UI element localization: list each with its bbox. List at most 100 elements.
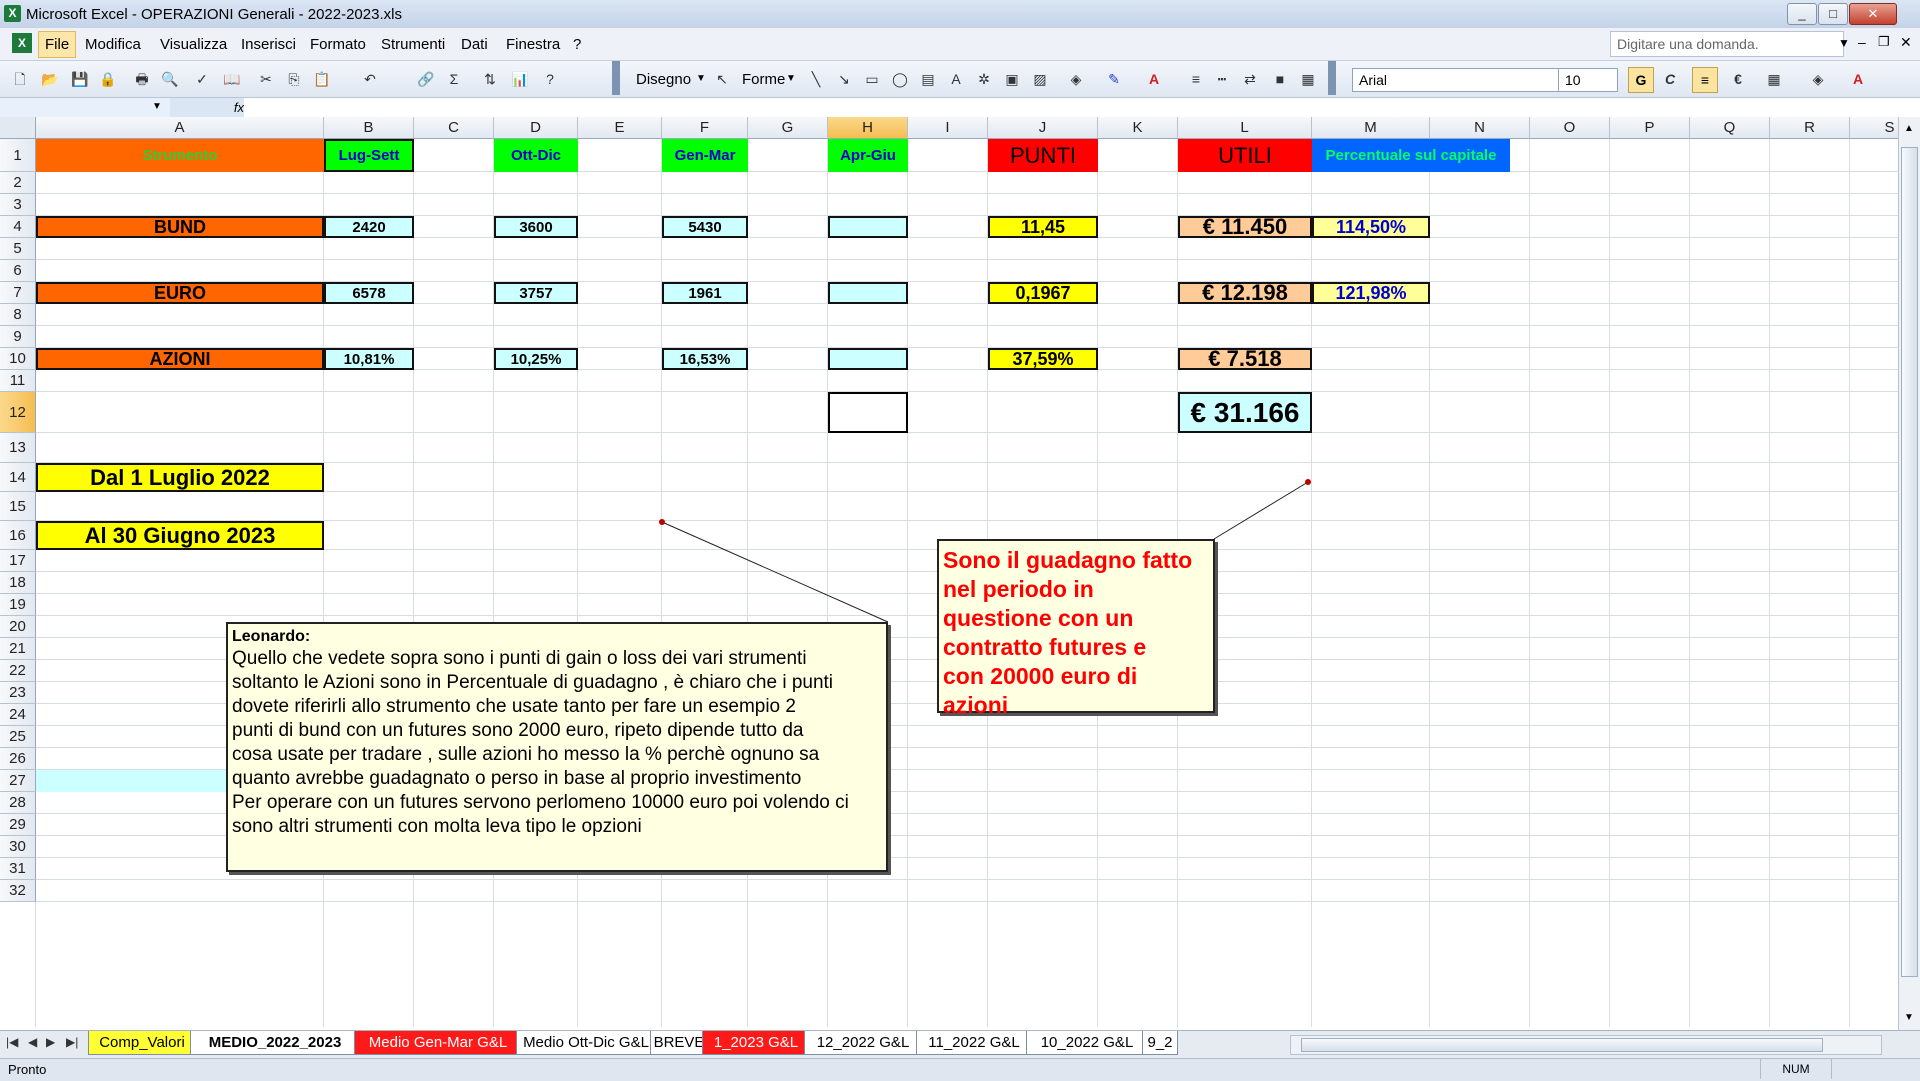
date-to[interactable]: Al 30 Giugno 2023 [36, 521, 324, 550]
row-header-15[interactable]: 15 [0, 492, 36, 521]
sheet-tab[interactable]: 1_2023 G&L [702, 1031, 810, 1055]
workbook-minimize-button[interactable]: – [1858, 34, 1866, 50]
sheet-tab[interactable]: BREVE [650, 1031, 708, 1055]
column-header-d[interactable]: D [494, 117, 578, 139]
cut-icon[interactable]: ✂ [256, 69, 276, 89]
total-utili[interactable]: € 31.166 [1178, 392, 1312, 433]
open-folder-icon[interactable]: 📂 [40, 69, 60, 89]
row-header-4[interactable]: 4 [0, 216, 36, 238]
arrow-style-icon[interactable]: ⇄ [1240, 69, 1260, 89]
insert-function-icon[interactable]: fx [170, 98, 244, 118]
clipart-icon[interactable]: ▣ [1002, 69, 1022, 89]
vertical-scroll-thumb[interactable] [1901, 147, 1918, 977]
name-box[interactable]: ▼ [0, 98, 171, 118]
sheet-tab[interactable]: Medio Gen-Mar G&L [354, 1031, 522, 1055]
select-all-corner[interactable] [0, 117, 36, 139]
chevron-down-icon[interactable]: ▼ [1838, 36, 1850, 50]
workbook-restore-button[interactable]: ❐ [1878, 34, 1890, 50]
row-header-5[interactable]: 5 [0, 238, 36, 260]
sheet-tab[interactable]: Medio Ott-Dic G&L [516, 1031, 656, 1055]
oval-icon[interactable]: ◯ [890, 69, 910, 89]
value-ott-dic[interactable]: 3757 [494, 282, 578, 304]
row-header-21[interactable]: 21 [0, 638, 36, 660]
row-header-14[interactable]: 14 [0, 463, 36, 492]
row-header-27[interactable]: 27 [0, 770, 36, 792]
row-header-10[interactable]: 10 [0, 348, 36, 370]
chevron-down-icon[interactable]: ▼ [152, 101, 162, 112]
column-header-f[interactable]: F [662, 117, 748, 139]
workbook-icon[interactable]: X [12, 33, 32, 53]
bold-button[interactable]: G [1628, 67, 1654, 93]
value-utili[interactable]: € 12.198 [1178, 282, 1312, 304]
row-header-12[interactable]: 12 [0, 392, 36, 433]
row-header-29[interactable]: 29 [0, 814, 36, 836]
value-gen-mar[interactable]: 16,53% [662, 348, 748, 370]
undo-icon[interactable]: ↶ [360, 69, 380, 89]
value-ott-dic[interactable]: 3600 [494, 216, 578, 238]
row-header-22[interactable]: 22 [0, 660, 36, 682]
menu-strumenti[interactable]: Strumenti [381, 36, 445, 53]
line-icon[interactable]: ╲ [806, 69, 826, 89]
font-name-select[interactable]: Arial [1352, 68, 1560, 92]
row-header-24[interactable]: 24 [0, 704, 36, 726]
formula-input[interactable] [244, 98, 1920, 118]
line-color-icon[interactable]: ✎ [1104, 69, 1124, 89]
textbox-icon[interactable]: ▤ [918, 69, 938, 89]
column-header-k[interactable]: K [1098, 117, 1178, 139]
spelling-icon[interactable]: ✓ [192, 69, 212, 89]
value-utili[interactable]: € 11.450 [1178, 216, 1312, 238]
row-header-23[interactable]: 23 [0, 682, 36, 704]
horizontal-scroll-thumb[interactable] [1301, 1038, 1823, 1052]
header-ott-dic[interactable]: Ott-Dic [494, 139, 578, 172]
arrow-icon[interactable]: ↘ [834, 69, 854, 89]
center-align-button[interactable]: ≡ [1692, 67, 1718, 93]
prev-sheet-icon[interactable]: ◀ [28, 1035, 37, 1049]
row-header-3[interactable]: 3 [0, 194, 36, 216]
menu-help[interactable]: ? [573, 36, 581, 53]
column-header-g[interactable]: G [748, 117, 828, 139]
menu-modifica[interactable]: Modifica [85, 36, 141, 53]
currency-button[interactable]: € [1728, 69, 1748, 89]
row-header-18[interactable]: 18 [0, 572, 36, 594]
picture-icon[interactable]: ▨ [1030, 69, 1050, 89]
research-icon[interactable]: 📖 [222, 69, 242, 89]
row-header-20[interactable]: 20 [0, 616, 36, 638]
column-header-q[interactable]: Q [1690, 117, 1770, 139]
close-button[interactable]: ✕ [1849, 3, 1897, 25]
hyperlink-icon[interactable]: 🔗 [416, 69, 436, 89]
header-percentuale-capitale[interactable]: Percentuale sul capitale [1312, 139, 1510, 172]
row-label-euro[interactable]: EURO [36, 282, 324, 304]
guadagno-comment[interactable]: Sono il guadagno fatto nel periodo in ques… [937, 539, 1215, 718]
font-color-icon[interactable]: A [1144, 69, 1164, 89]
sheet-tab[interactable]: 12_2022 G&L [804, 1031, 922, 1055]
column-header-n[interactable]: N [1430, 117, 1530, 139]
value-lug-sett[interactable]: 10,81% [324, 348, 414, 370]
value-gen-mar[interactable]: 5430 [662, 216, 748, 238]
menu-dati[interactable]: Dati [461, 36, 488, 53]
value-gen-mar[interactable]: 1961 [662, 282, 748, 304]
value-lug-sett[interactable]: 2420 [324, 216, 414, 238]
menu-inserisci[interactable]: Inserisci [241, 36, 296, 53]
menu-file[interactable]: File [38, 31, 77, 58]
header-lug-sett[interactable]: Lug-Sett [324, 139, 414, 172]
print-preview-icon[interactable]: 🔍 [160, 69, 180, 89]
value-percentuale[interactable]: 114,50% [1312, 216, 1430, 238]
sheet-tab[interactable]: MEDIO_2022_2023 [190, 1031, 360, 1055]
vertical-scrollbar[interactable]: ▲ ▼ [1898, 117, 1920, 1030]
value-apr-giu[interactable] [828, 282, 908, 304]
value-apr-giu[interactable] [828, 216, 908, 238]
menu-finestra[interactable]: Finestra [506, 36, 560, 53]
row-header-32[interactable]: 32 [0, 880, 36, 902]
scroll-down-icon[interactable]: ▼ [1904, 1012, 1914, 1023]
value-apr-giu[interactable] [828, 348, 908, 370]
column-header-s[interactable]: S [1850, 117, 1898, 139]
column-header-o[interactable]: O [1530, 117, 1610, 139]
column-header-c[interactable]: C [414, 117, 494, 139]
scroll-up-icon[interactable]: ▲ [1904, 123, 1914, 134]
header-apr-giu[interactable]: Apr-Giu [828, 139, 908, 172]
row-header-16[interactable]: 16 [0, 521, 36, 550]
row-header-25[interactable]: 25 [0, 726, 36, 748]
value-utili[interactable]: € 7.518 [1178, 348, 1312, 370]
font-size-select[interactable]: 10 [1558, 68, 1618, 92]
row-header-1[interactable]: 1 [0, 139, 36, 172]
